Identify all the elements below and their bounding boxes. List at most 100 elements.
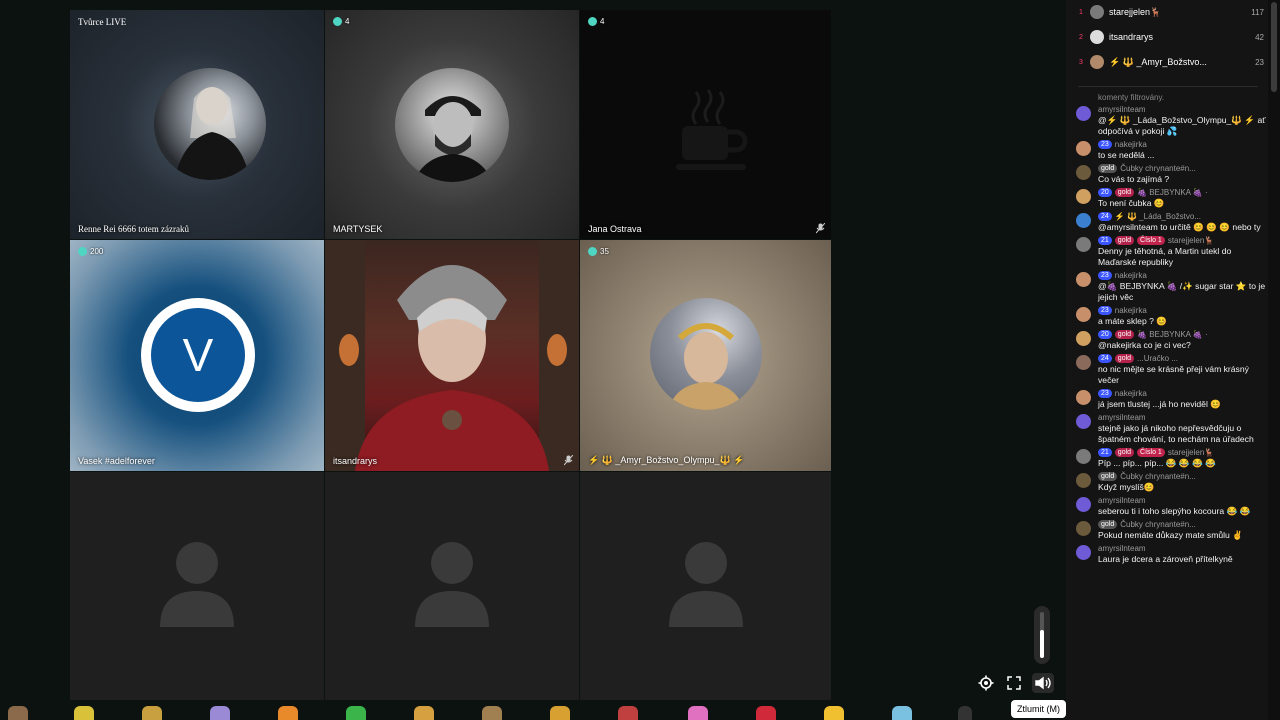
gift-item[interactable] [618, 706, 638, 720]
chat-message[interactable]: 23 nakejirka já jsem tlustej ...já ho nevi… [1074, 388, 1266, 410]
chat-text: no nic mějte se krásně přeji vám krásný … [1098, 364, 1249, 385]
chat-username[interactable]: amyrsilnteam [1098, 413, 1146, 422]
chat-username[interactable]: nakejirka [1115, 306, 1147, 315]
chat-username[interactable]: Čubky chrynante#n... [1120, 164, 1196, 173]
chat-message[interactable]: 20 gold 🍇 BEJBYNKA 🍇 · To není čubka 😊 [1074, 187, 1266, 209]
video-tile-creator[interactable]: Tvůrce LIVE Renne Rei 6666 totem zázraků [70, 10, 324, 239]
chat-text: @nakejirka co je ci vec? [1098, 340, 1191, 350]
chat-username[interactable]: 🍇 BEJBYNKA 🍇 · [1137, 188, 1208, 197]
chat-username[interactable]: 🍇 BEJBYNKA 🍇 · [1137, 330, 1208, 339]
volume-slider[interactable] [1034, 606, 1050, 664]
video-tile-itsandrarys[interactable]: 7 itsandrarys [325, 240, 579, 471]
chat-text: a máte sklep ? 😊 [1098, 316, 1167, 326]
chat-message[interactable]: 24 gold ...Uračko ... no nic mějte se krásn… [1074, 353, 1266, 386]
chat-message[interactable]: amyrsilnteam Laura je dcera a zároveň pří… [1074, 543, 1266, 565]
video-tile-vasek[interactable]: 200 V Vasek #adelforever [70, 240, 324, 471]
eye-icon [588, 247, 597, 256]
chat-username[interactable]: starejjelen🦌 [1168, 236, 1214, 245]
chat-username[interactable]: Čubky chrynante#n... [1120, 520, 1196, 529]
gifter-row[interactable]: 3 ⚡ 🔱 _Amyr_Božstvo... 23 [1074, 52, 1264, 72]
chat-message[interactable]: amyrsilnteam @⚡ 🔱 _Láda_Božstvo_Olympu_🔱 … [1074, 104, 1266, 137]
gift-item[interactable] [414, 706, 434, 720]
avatar [1076, 497, 1091, 512]
avatar [1076, 141, 1091, 156]
viewer-badge: 200 [78, 247, 103, 256]
avatar [1076, 545, 1091, 560]
user-badge: 23 [1098, 271, 1112, 280]
chat-meta: 20 gold 🍇 BEJBYNKA 🍇 · [1098, 187, 1266, 198]
chat-username[interactable]: nakejirka [1115, 140, 1147, 149]
chat-message[interactable]: gold Čubky chrynante#n... Co vás to zajímá… [1074, 163, 1266, 185]
user-badge: 21 [1098, 448, 1112, 457]
chat-username[interactable]: ...Uračko ... [1137, 354, 1178, 363]
chat-username[interactable]: ⚡ 🔱 _Láda_Božstvo... [1115, 212, 1201, 221]
gift-item[interactable] [756, 706, 776, 720]
gift-item[interactable] [688, 706, 708, 720]
avatar [1076, 521, 1091, 536]
gift-item[interactable] [550, 706, 570, 720]
chat-username[interactable]: amyrsilnteam [1098, 544, 1146, 553]
avatar-initial: V [151, 308, 245, 402]
viewer-count: 4 [600, 17, 605, 26]
chat-message[interactable]: 21 gold Číslo 1 starejjelen🦌 Píp ... píp... … [1074, 447, 1266, 469]
user-badge: gold [1114, 354, 1135, 363]
scrollbar-thumb[interactable] [1271, 2, 1277, 92]
chat-username[interactable]: nakejirka [1115, 389, 1147, 398]
avatar [1076, 414, 1091, 429]
chat-message[interactable]: 23 nakejirka @🍇 BEJBYNKA 🍇 /✨ sugar star ⭐… [1074, 270, 1266, 303]
chat-meta: 23 nakejirka [1098, 139, 1266, 150]
empty-seat-1[interactable] [70, 472, 324, 700]
chat-message[interactable]: amyrsilnteam stejně jako já nikoho nepřes… [1074, 412, 1266, 445]
empty-seat-2[interactable] [325, 472, 579, 700]
divider [1078, 86, 1258, 87]
panel-scrollbar[interactable] [1268, 0, 1280, 720]
chat-username[interactable]: Čubky chrynante#n... [1120, 472, 1196, 481]
participant-name: Vasek #adelforever [78, 456, 155, 466]
gift-item[interactable] [892, 706, 912, 720]
chat-message[interactable]: 20 gold 🍇 BEJBYNKA 🍇 · @nakejirka co je ci … [1074, 329, 1266, 351]
empty-seat-3[interactable] [580, 472, 831, 700]
muted-mic-icon [816, 223, 825, 234]
gift-scroll-arrow[interactable] [958, 706, 972, 720]
gift-item[interactable] [210, 706, 230, 720]
gift-item[interactable] [278, 706, 298, 720]
chat-username[interactable]: amyrsilnteam [1098, 105, 1146, 114]
video-tile-jana-ostrava[interactable]: 4 Jana Ostrava [580, 10, 831, 239]
mute-button[interactable] [1032, 673, 1054, 693]
gift-item[interactable] [142, 706, 162, 720]
speaker-icon [1035, 676, 1051, 690]
chat-message[interactable]: 23 nakejirka to se nedělá ... [1074, 139, 1266, 161]
chat-message[interactable]: amyrsilnteam seberou ti i toho slepýho ko… [1074, 495, 1266, 517]
chat-username[interactable]: nakejirka [1115, 271, 1147, 280]
creator-name: Renne Rei 6666 totem zázraků [78, 224, 189, 234]
avatar [1076, 106, 1091, 121]
viewer-count: 200 [90, 247, 104, 256]
chat-text: to se nedělá ... [1098, 150, 1155, 160]
chat-message[interactable]: 21 gold Číslo 1 starejjelen🦌 Denny je těhotn… [1074, 235, 1266, 268]
gift-item[interactable] [346, 706, 366, 720]
chat-username[interactable]: starejjelen🦌 [1168, 448, 1214, 457]
user-badge: gold [1098, 520, 1118, 529]
chat-message[interactable]: 23 nakejirka a máte sklep ? 😊 [1074, 305, 1266, 327]
creator-live-label: Tvůrce LIVE [78, 17, 127, 27]
chat-message[interactable]: gold Čubky chrynante#n... Pokud nemáte důk… [1074, 519, 1266, 541]
viewer-count: 4 [345, 17, 350, 26]
fullscreen-button[interactable] [1004, 673, 1024, 693]
gift-item[interactable] [74, 706, 94, 720]
gift-item[interactable] [8, 706, 28, 720]
mute-tooltip: Ztlumit (M) [1011, 700, 1066, 718]
gift-item[interactable] [824, 706, 844, 720]
chat-text: Pokud nemáte důkazy mate smůlu ✌ [1098, 530, 1243, 540]
chat-message[interactable]: gold Čubky chrynante#n... Když myslíš😊 [1074, 471, 1266, 493]
settings-button[interactable] [976, 673, 996, 693]
chat-meta: amyrsilnteam [1098, 412, 1266, 423]
chat-meta: gold Čubky chrynante#n... [1098, 519, 1266, 530]
viewer-badge: 35 [588, 247, 609, 256]
gifter-row[interactable]: 1 starejjelen🦌 117 [1074, 2, 1264, 22]
chat-username[interactable]: amyrsilnteam [1098, 496, 1146, 505]
chat-message[interactable]: 24 ⚡ 🔱 _Láda_Božstvo... @amyrsilnteam to u… [1074, 211, 1266, 233]
gift-item[interactable] [482, 706, 502, 720]
gifter-row[interactable]: 2 itsandrarys 42 [1074, 27, 1264, 47]
video-tile-martysek[interactable]: 4 MARTYSEK [325, 10, 579, 239]
video-tile-amyr[interactable]: 35 ⚡ 🔱 _Amyr_Božstvo_Olympu_🔱 ⚡ [580, 240, 831, 471]
